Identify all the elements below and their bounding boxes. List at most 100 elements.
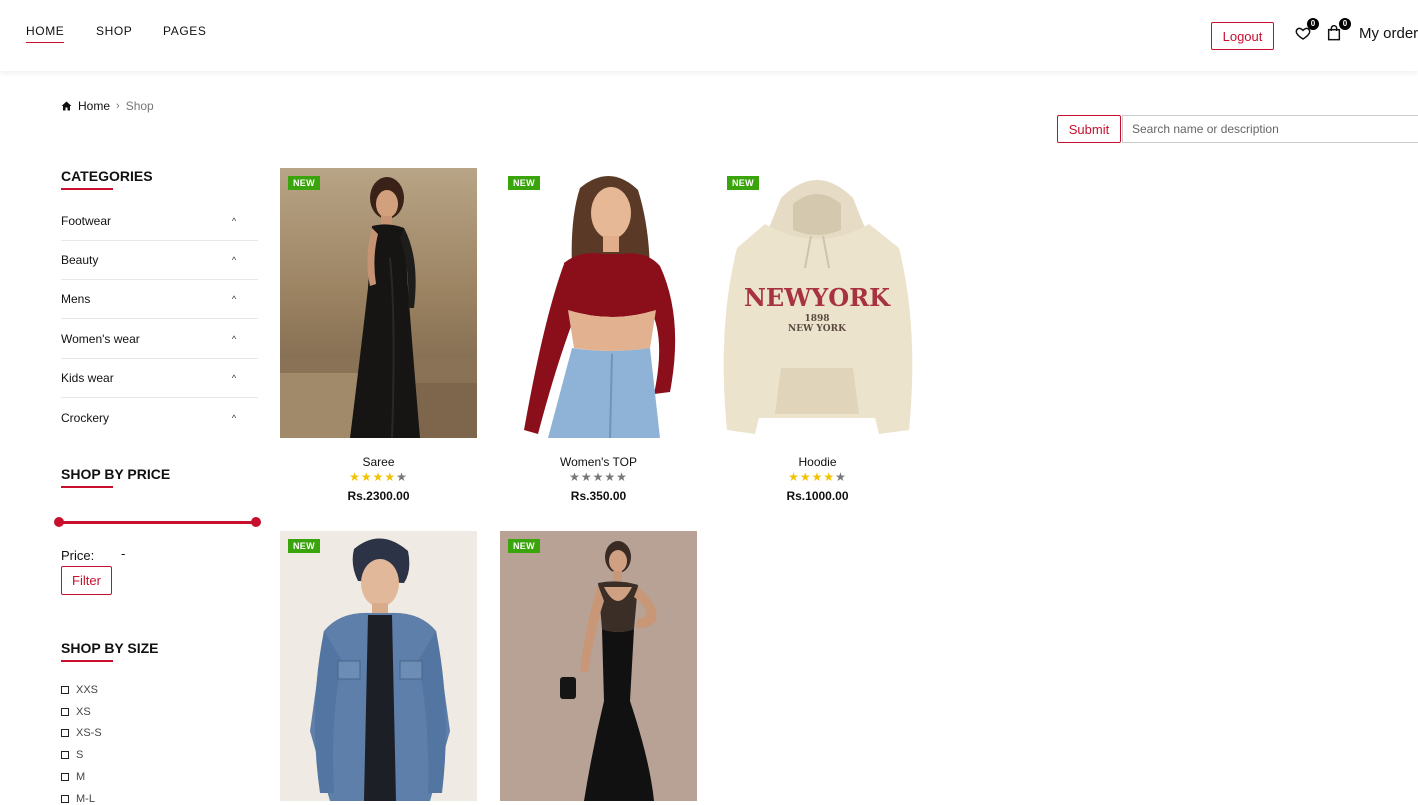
category-crockery[interactable]: Crockery ^ [61,398,258,437]
new-badge: NEW [508,539,540,553]
chevron-up-icon: ^ [231,373,237,383]
size-checkbox[interactable] [61,795,69,803]
size-label: XS-S [76,727,102,739]
black-gown-photo [500,531,697,801]
price-slider-max-handle[interactable] [251,517,261,527]
category-womens-wear[interactable]: Women's wear ^ [61,320,258,359]
price-heading: SHOP BY PRICE [61,466,170,488]
size-label: XS [76,706,91,718]
saree-photo [280,168,477,438]
price-filter-button[interactable]: Filter [61,566,112,595]
category-kids-wear[interactable]: Kids wear ^ [61,359,258,398]
chevron-up-icon: ^ [231,216,237,226]
heading-underline [61,188,113,190]
home-icon [61,101,72,111]
price-heading-text: SHOP BY PRICE [61,466,171,482]
my-orders-link[interactable]: My order [1359,25,1418,42]
category-label: Beauty [61,253,99,267]
category-beauty[interactable]: Beauty ^ [61,241,258,280]
categories-heading-text: CATEGORIES [61,168,153,184]
new-badge: NEW [288,539,320,553]
size-checkbox[interactable] [61,751,69,759]
product-image-denim-jacket[interactable]: NEW [280,531,477,801]
size-option-m[interactable]: M [61,771,85,783]
star-icon: ★ [799,470,812,484]
shopping-bag-icon [1327,25,1341,41]
category-mens[interactable]: Mens ^ [61,280,258,319]
category-label: Footwear [61,214,112,228]
new-badge: NEW [727,176,759,190]
category-label: Mens [61,292,91,306]
size-checkbox[interactable] [61,708,69,716]
price-range-separator: - [121,546,126,561]
price-label: Price: [61,548,95,563]
nav-shop[interactable]: SHOP [96,24,132,42]
heading-underline [61,660,113,662]
size-checkbox[interactable] [61,686,69,694]
price-slider-min-handle[interactable] [54,517,64,527]
star-icon: ★ [349,470,361,484]
size-checkbox[interactable] [61,773,69,781]
product-image-black-gown[interactable]: NEW [500,531,697,801]
product-price: Rs.1000.00 [786,489,849,503]
star-icon: ★ [384,470,397,484]
heading-underline [61,486,113,488]
breadcrumb-home[interactable]: Home [78,99,110,113]
nav-home[interactable]: HOME [26,24,65,43]
size-label: M-L [76,793,95,805]
product-image-saree[interactable]: NEW [280,168,477,438]
product-image-hoodie[interactable]: NEWYORK 1898 NEW YORK NEW [719,168,916,438]
wishlist-count-badge: 0 [1307,18,1319,30]
breadcrumb-current: Shop [125,99,154,113]
chevron-up-icon: ^ [231,294,237,304]
size-label: S [76,749,84,761]
cart-button[interactable]: 0 [1327,18,1351,42]
star-icon: ★ [811,470,824,484]
category-label: Women's wear [61,332,140,346]
search-input[interactable] [1122,115,1418,143]
price-slider-track[interactable] [59,521,256,524]
star-icon: ★ [835,470,847,484]
nav-pages[interactable]: PAGES [163,24,206,42]
categories-heading: CATEGORIES [61,168,153,190]
star-icon: ★ [823,470,836,484]
site-header: HOME SHOP PAGES Logout 0 0 My order [0,0,1418,71]
wishlist-button[interactable]: 0 [1295,18,1319,42]
chevron-up-icon: ^ [231,334,237,344]
category-footwear[interactable]: Footwear ^ [61,202,258,241]
chevron-up-icon: ^ [231,412,237,423]
product-name[interactable]: Hoodie [719,455,916,469]
size-option-xs[interactable]: XS [61,706,91,718]
rating-stars: ★★★★★ [719,470,916,484]
size-label: XXS [76,684,99,696]
category-label: Crockery [61,410,110,425]
new-badge: NEW [288,176,320,190]
product-name[interactable]: Women's TOP [500,455,697,469]
size-option-s[interactable]: S [61,749,83,761]
size-option-xxs[interactable]: XXS [61,684,98,696]
product-price: Rs.2300.00 [347,489,410,503]
search-submit-button[interactable]: Submit [1057,115,1121,143]
breadcrumb: Home › Shop [61,99,154,113]
hoodie-photo: NEWYORK 1898 NEW YORK [719,168,916,438]
product-name[interactable]: Saree [280,455,477,469]
star-icon: ★ [592,470,605,484]
rating-stars: ★★★★★ [280,470,477,484]
denim-jacket-photo [280,531,477,801]
rating-stars: ★★★★★ [500,470,697,484]
star-icon: ★ [616,470,628,484]
hoodie-print-line1: NEWYORK [744,283,891,312]
star-icon: ★ [788,470,800,484]
logout-button[interactable]: Logout [1211,22,1274,50]
chevron-up-icon: ^ [231,255,237,265]
size-checkbox[interactable] [61,729,69,737]
size-option-xs-s[interactable]: XS-S [61,727,102,739]
size-heading: SHOP BY SIZE [61,640,159,662]
product-image-womens-top[interactable]: NEW [500,168,697,438]
size-option-m-l[interactable]: M-L [61,793,95,805]
hoodie-print-line2: 1898 [804,314,829,324]
new-badge: NEW [508,176,540,190]
hoodie-print-line3: NEW YORK [788,324,847,334]
chevron-right-icon: › [116,100,120,112]
star-icon: ★ [569,470,581,484]
